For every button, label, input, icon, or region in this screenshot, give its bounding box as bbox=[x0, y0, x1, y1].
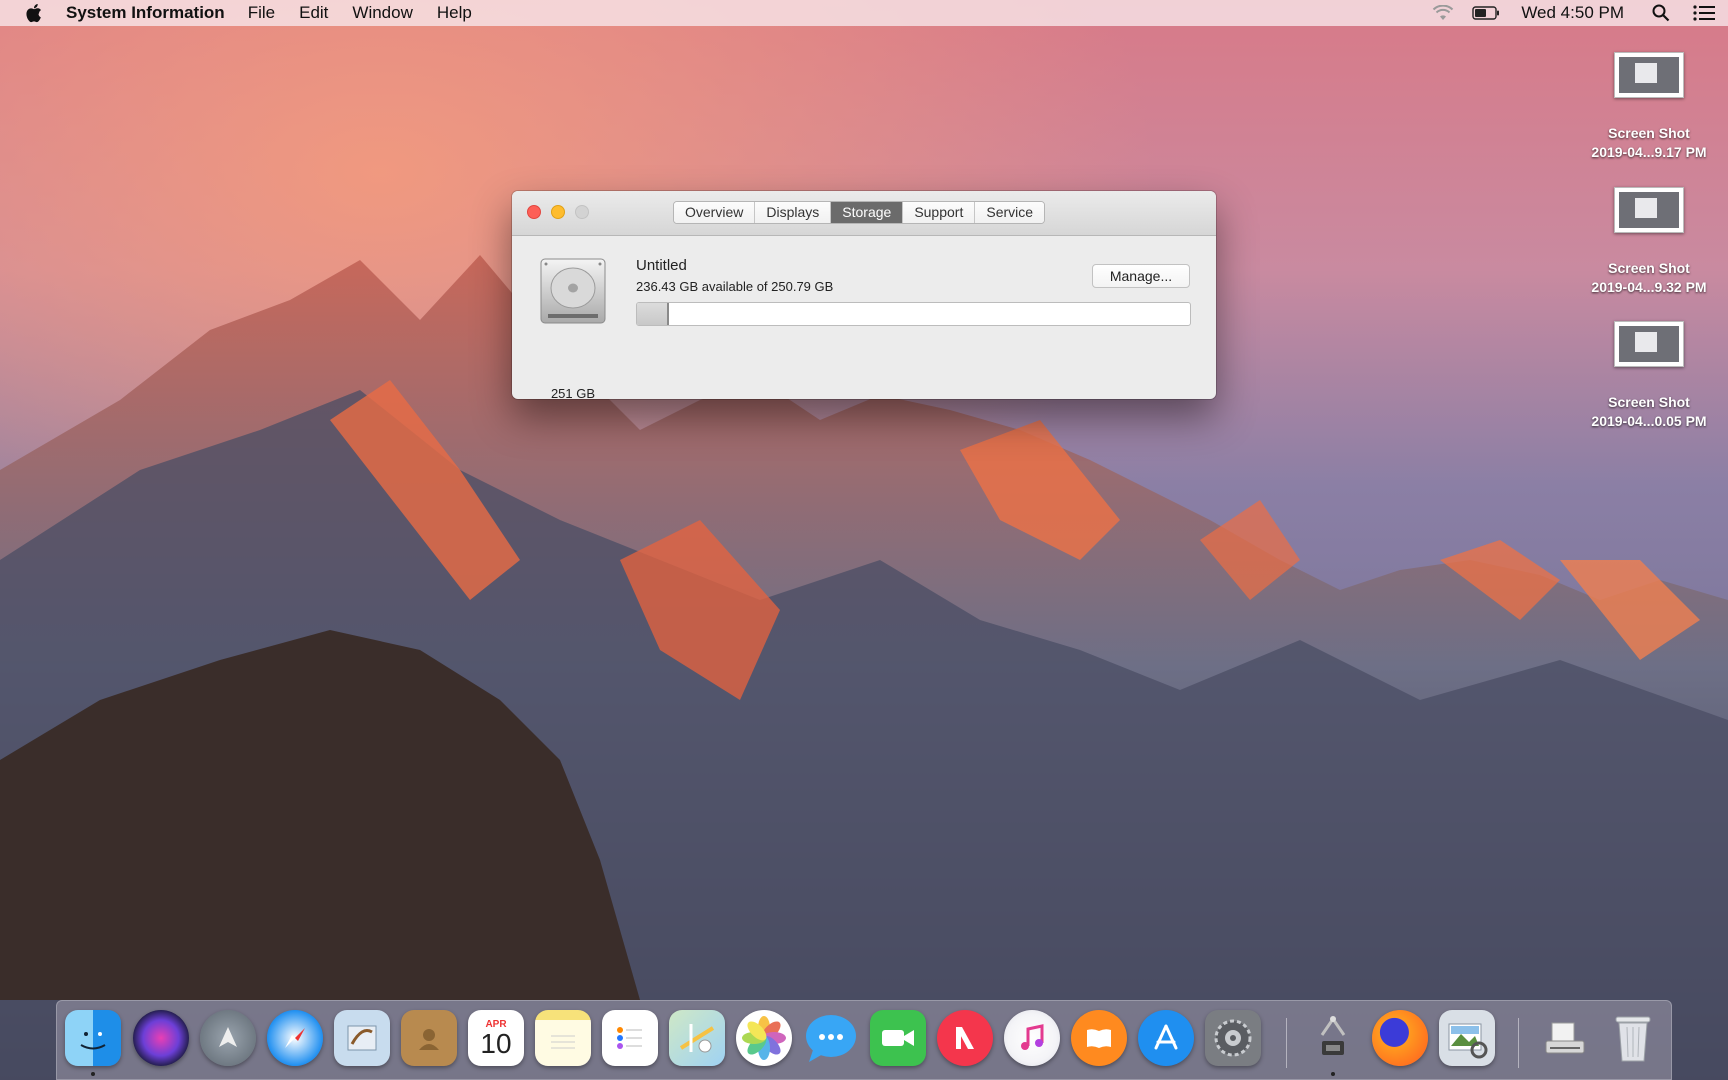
reminders-icon[interactable] bbox=[602, 1010, 658, 1066]
desktop-file-screenshot-2[interactable]: Screen Shot 2019-04...9.32 PM bbox=[1579, 187, 1719, 297]
tab-displays[interactable]: Displays bbox=[755, 202, 832, 223]
hard-drive-icon bbox=[538, 256, 608, 326]
dock-separator bbox=[1286, 1018, 1287, 1068]
storage-usage-bar bbox=[636, 302, 1191, 326]
app-store-icon[interactable] bbox=[1138, 1010, 1194, 1066]
contacts-icon[interactable] bbox=[401, 1010, 457, 1066]
tab-service[interactable]: Service bbox=[975, 202, 1045, 223]
system-preferences-icon[interactable] bbox=[1205, 1010, 1261, 1066]
file-name-line2: 2019-04...0.05 PM bbox=[1591, 413, 1707, 429]
file-name-line2: 2019-04...9.32 PM bbox=[1591, 279, 1707, 295]
file-name-line1: Screen Shot bbox=[1608, 260, 1690, 276]
volume-name: Untitled bbox=[636, 257, 687, 274]
downloads-stack-icon[interactable] bbox=[1537, 1010, 1593, 1066]
news-icon[interactable] bbox=[937, 1010, 993, 1066]
launchpad-icon[interactable] bbox=[200, 1010, 256, 1066]
menu-edit[interactable]: Edit bbox=[287, 0, 340, 26]
desktop-file-label: Screen Shot 2019-04...9.17 PM bbox=[1591, 124, 1706, 162]
storage-pane: 251 GB Flash Storage Untitled 236.43 GB … bbox=[512, 236, 1216, 399]
maps-icon[interactable] bbox=[669, 1010, 725, 1066]
calendar-day: 10 bbox=[480, 1027, 512, 1059]
minimize-button[interactable] bbox=[551, 205, 565, 219]
apple-menu-icon[interactable] bbox=[0, 0, 66, 26]
tab-support[interactable]: Support bbox=[903, 202, 976, 223]
firefox-icon[interactable] bbox=[1372, 1010, 1428, 1066]
screenshot-thumbnail-icon bbox=[1614, 321, 1684, 367]
wifi-icon[interactable] bbox=[1423, 0, 1463, 26]
system-information-running-indicator bbox=[1331, 1072, 1335, 1076]
calendar-icon[interactable]: APR 10 bbox=[468, 1010, 524, 1066]
window-titlebar[interactable]: Overview Displays Storage Support Servic… bbox=[512, 191, 1216, 236]
screenshot-thumbnail-icon bbox=[1614, 187, 1684, 233]
menu-window[interactable]: Window bbox=[340, 0, 424, 26]
dock-separator bbox=[1518, 1018, 1519, 1068]
tab-overview[interactable]: Overview bbox=[674, 202, 756, 223]
volume-availability: 236.43 GB available of 250.79 GB bbox=[636, 279, 834, 294]
disk-size-label: 251 GB bbox=[550, 386, 596, 399]
desktop-file-label: Screen Shot 2019-04...9.32 PM bbox=[1591, 259, 1706, 297]
system-information-window: Overview Displays Storage Support Servic… bbox=[512, 191, 1216, 399]
menu-clock[interactable]: Wed 4:50 PM bbox=[1509, 3, 1642, 23]
manage-button[interactable]: Manage... bbox=[1092, 264, 1190, 288]
system-information-icon[interactable] bbox=[1305, 1010, 1361, 1066]
notification-center-icon[interactable] bbox=[1680, 0, 1728, 26]
books-icon[interactable] bbox=[1071, 1010, 1127, 1066]
finder-icon[interactable] bbox=[65, 1010, 121, 1066]
facetime-icon[interactable] bbox=[870, 1010, 926, 1066]
file-name-line1: Screen Shot bbox=[1608, 125, 1690, 141]
desktop-file-label: Screen Shot 2019-04...0.05 PM bbox=[1591, 393, 1706, 431]
photos-icon[interactable] bbox=[736, 1010, 792, 1066]
menu-app-name[interactable]: System Information bbox=[66, 0, 236, 26]
finder-running-indicator bbox=[91, 1072, 95, 1076]
desktop-file-screenshot-1[interactable]: Screen Shot 2019-04...9.17 PM bbox=[1579, 52, 1719, 162]
safari-icon[interactable] bbox=[267, 1010, 323, 1066]
tab-bar: Overview Displays Storage Support Servic… bbox=[673, 201, 1046, 224]
desktop-file-screenshot-3[interactable]: Screen Shot 2019-04...0.05 PM bbox=[1579, 321, 1719, 431]
zoom-button[interactable] bbox=[575, 205, 589, 219]
spotlight-search-icon[interactable] bbox=[1642, 0, 1680, 26]
preview-icon[interactable] bbox=[1439, 1010, 1495, 1066]
battery-icon[interactable] bbox=[1463, 0, 1509, 26]
menu-help[interactable]: Help bbox=[425, 0, 484, 26]
close-button[interactable] bbox=[527, 205, 541, 219]
mail-icon[interactable] bbox=[334, 1010, 390, 1066]
desktop-wallpaper bbox=[0, 0, 1728, 1080]
messages-icon[interactable] bbox=[803, 1010, 859, 1066]
trash-icon[interactable] bbox=[1605, 1010, 1661, 1066]
menu-bar: System Information File Edit Window Help… bbox=[0, 0, 1728, 26]
siri-icon[interactable] bbox=[133, 1010, 189, 1066]
tab-storage[interactable]: Storage bbox=[831, 202, 904, 223]
notes-icon[interactable] bbox=[535, 1010, 591, 1066]
storage-used-segment bbox=[637, 303, 669, 325]
file-name-line1: Screen Shot bbox=[1608, 394, 1690, 410]
screenshot-thumbnail-icon bbox=[1614, 52, 1684, 98]
menu-file[interactable]: File bbox=[236, 0, 287, 26]
file-name-line2: 2019-04...9.17 PM bbox=[1591, 144, 1707, 160]
itunes-icon[interactable] bbox=[1004, 1010, 1060, 1066]
